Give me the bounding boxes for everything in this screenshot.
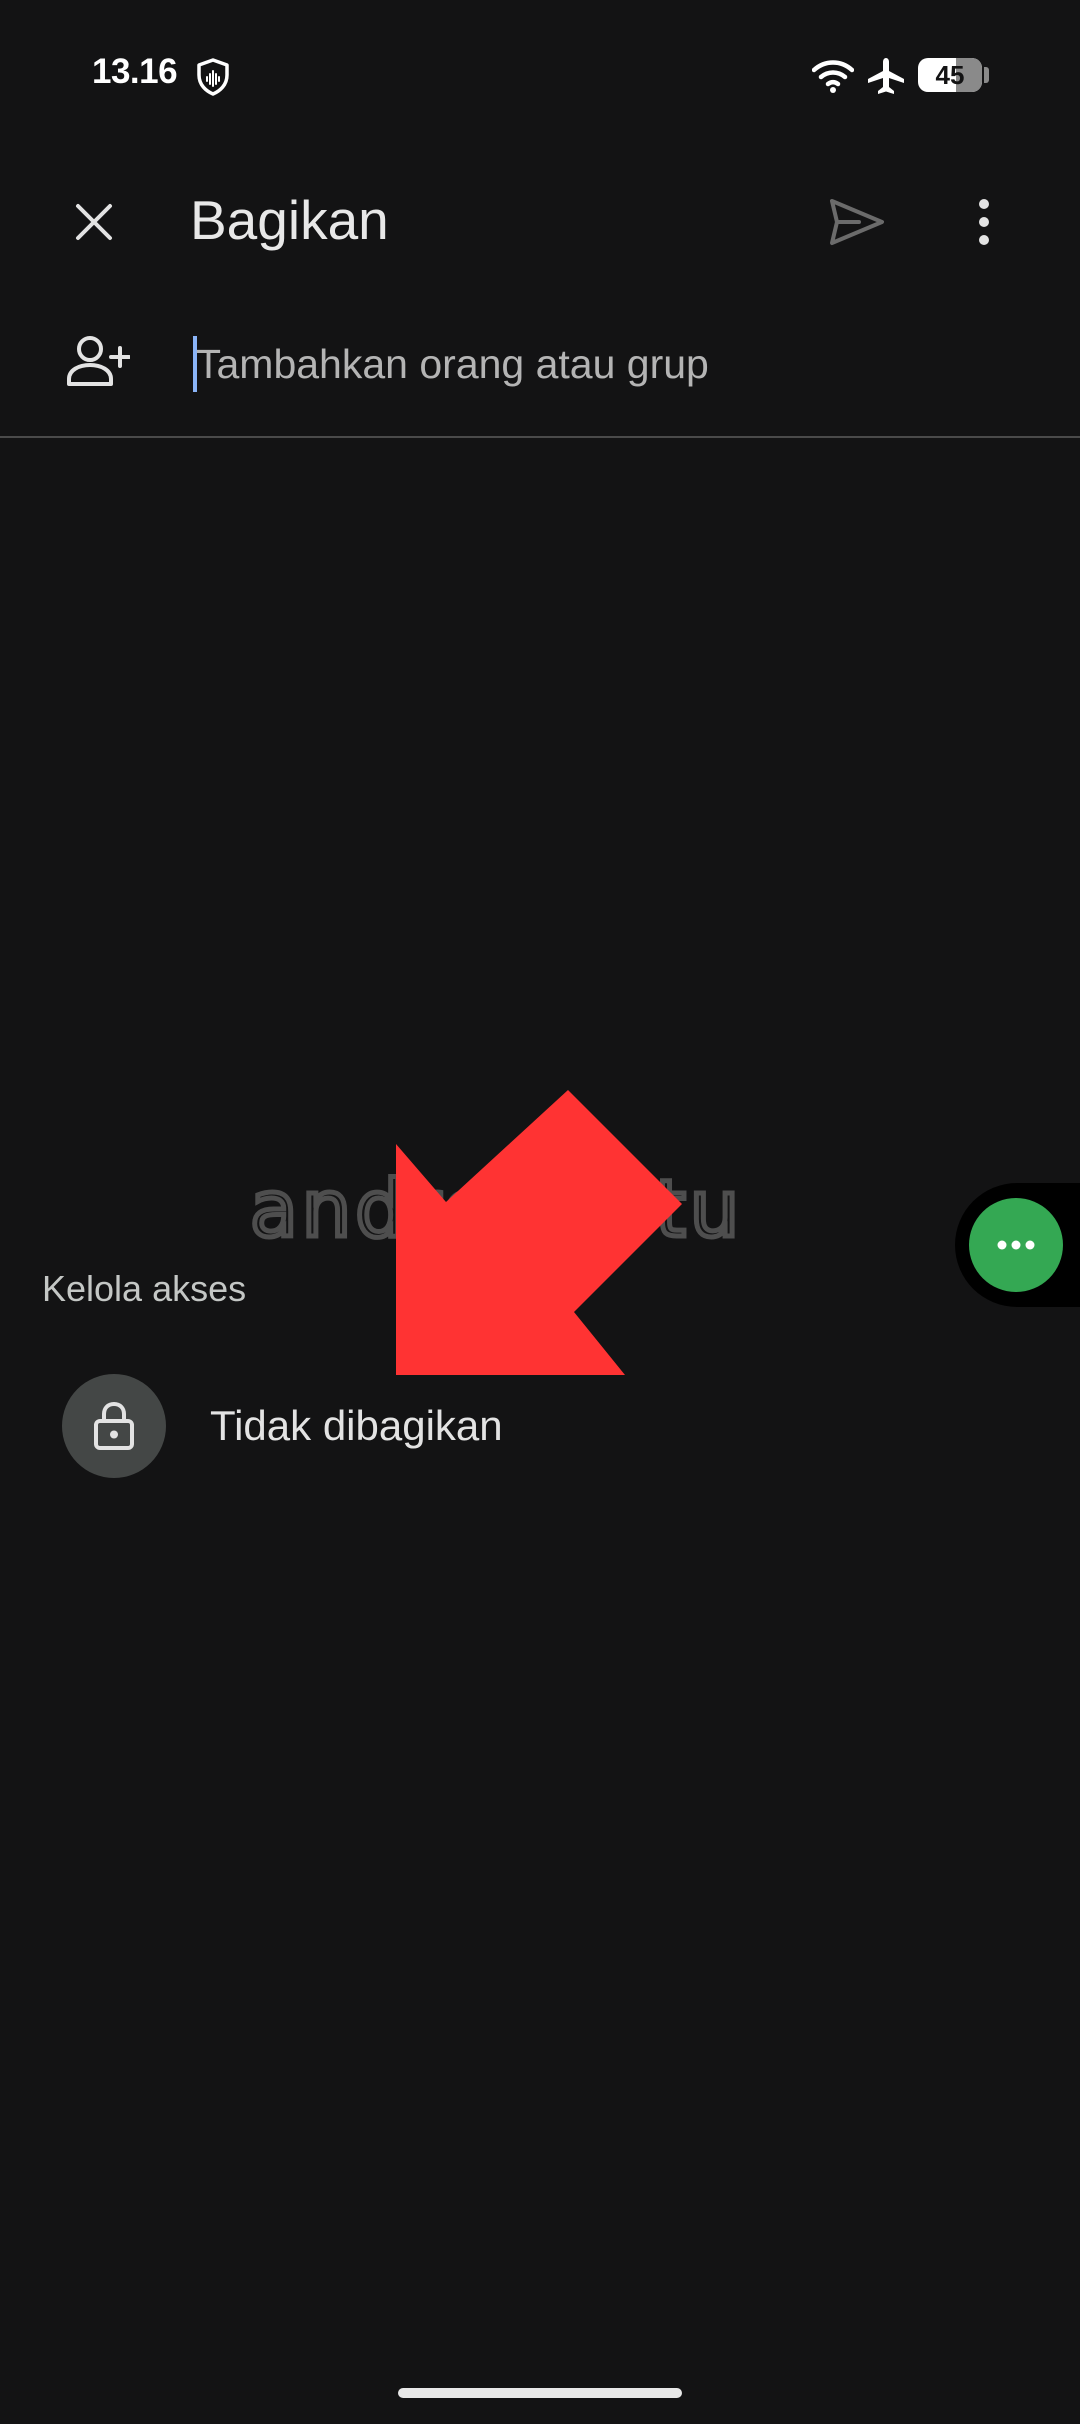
app-bar: Bagikan <box>0 160 1080 280</box>
add-people-input[interactable] <box>196 334 1016 394</box>
wifi-icon <box>812 60 854 93</box>
divider <box>0 436 1080 438</box>
airplane-icon <box>868 58 904 94</box>
close-icon <box>76 204 112 240</box>
status-bar: 13.16 45 <box>0 0 1080 150</box>
access-avatar <box>62 1374 166 1478</box>
add-people-row <box>0 310 1080 420</box>
annotation-arrow <box>396 1090 682 1375</box>
send-button[interactable] <box>812 182 902 262</box>
access-status-label: Tidak dibagikan <box>210 1402 503 1449</box>
person-add-icon <box>67 336 130 386</box>
section-header: Kelola akses <box>42 1268 247 1309</box>
send-icon <box>830 199 884 245</box>
shield-icon <box>197 58 229 96</box>
gesture-nav-handle[interactable] <box>398 2388 682 2398</box>
close-button[interactable] <box>54 182 134 262</box>
status-time: 13.16 <box>92 52 178 91</box>
more-options-button[interactable] <box>946 182 1022 262</box>
battery-cap <box>984 67 989 83</box>
page-title: Bagikan <box>190 189 389 251</box>
battery-level: 45 <box>935 60 965 90</box>
more-vert-icon <box>979 199 989 245</box>
lock-icon <box>94 1401 134 1450</box>
battery-icon: 45 <box>918 58 982 92</box>
floating-bubble[interactable] <box>955 1183 1080 1307</box>
floating-bubble-button[interactable] <box>969 1198 1063 1292</box>
more-horiz-icon <box>997 1240 1035 1250</box>
